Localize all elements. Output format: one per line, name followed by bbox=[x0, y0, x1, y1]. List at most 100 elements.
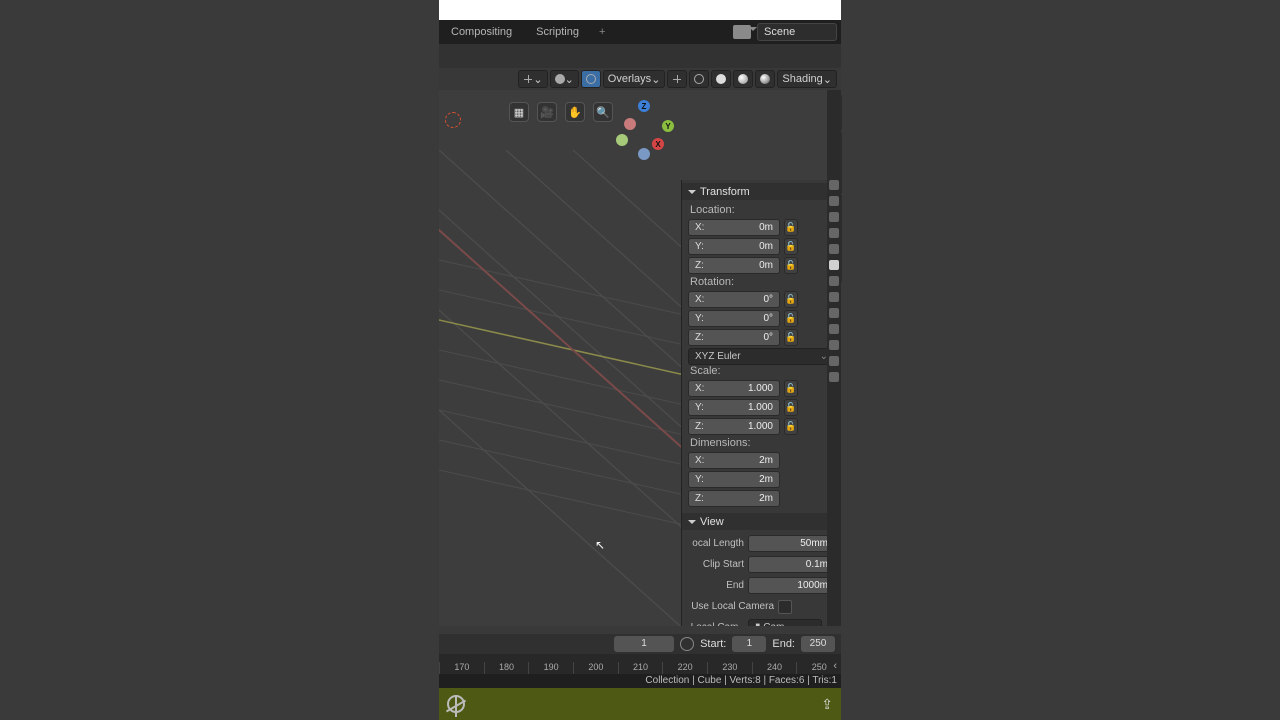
scale-x-lock[interactable]: 🔓 bbox=[784, 380, 798, 397]
prop-tab-modifiers[interactable] bbox=[829, 276, 839, 286]
gizmo-z-axis[interactable]: Z bbox=[638, 100, 650, 112]
gizmo-y-axis[interactable]: Y bbox=[662, 120, 674, 132]
status-bar: Collection | Cube | Verts:8 | Faces:6 | … bbox=[439, 674, 841, 688]
transform-section-header[interactable]: Transform ⠿ bbox=[682, 183, 841, 200]
location-z-lock[interactable]: 🔓 bbox=[784, 257, 798, 274]
viewport-header: ⌄ ⌄ Overlays ⌄ Shading ⌄ bbox=[439, 68, 841, 90]
view-title: View bbox=[700, 516, 724, 528]
dim-x-field[interactable]: X:2m bbox=[688, 452, 780, 469]
shading-wireframe[interactable] bbox=[689, 70, 709, 88]
prop-tab-constraints[interactable] bbox=[829, 324, 839, 334]
prop-tab-output[interactable] bbox=[829, 196, 839, 206]
gizmo-neg-z[interactable] bbox=[638, 148, 650, 160]
prop-tab-physics[interactable] bbox=[829, 308, 839, 318]
scene-browse-button[interactable] bbox=[733, 25, 751, 39]
viewport-camera-button[interactable]: 🎥 bbox=[537, 102, 557, 122]
scale-label: Scale: bbox=[688, 365, 835, 380]
scale-x-field[interactable]: X:1.000 bbox=[688, 380, 780, 397]
overlays-label: Overlays bbox=[608, 73, 651, 85]
location-x-lock[interactable]: 🔓 bbox=[784, 219, 798, 236]
focal-length-label: ocal Length bbox=[688, 538, 744, 549]
viewport-selectability-button[interactable]: ▦ bbox=[509, 102, 529, 122]
secondary-header-strip bbox=[439, 44, 841, 68]
local-camera-dropdown[interactable]: ▮ Cam bbox=[748, 619, 822, 626]
view-section-header[interactable]: View ⠿ bbox=[682, 513, 841, 530]
taskbar-user-icon[interactable]: ⇪ bbox=[821, 696, 833, 713]
gizmo-toggle-button[interactable]: ⌄ bbox=[550, 70, 579, 88]
3d-viewport[interactable]: ▦ 🎥 ✋ 🔍 Z Y X ↖ Transform ⠿ Location: X:… bbox=[439, 90, 841, 626]
autokey-toggle[interactable] bbox=[680, 637, 694, 651]
clip-start-field[interactable]: 0.1m bbox=[748, 556, 835, 573]
properties-tab-rail bbox=[827, 90, 841, 626]
add-workspace-button[interactable]: + bbox=[591, 26, 613, 38]
scale-z-field[interactable]: Z:1.000 bbox=[688, 418, 780, 435]
gizmo-x-axis[interactable]: X bbox=[652, 138, 664, 150]
viewport-pan-button[interactable]: ✋ bbox=[565, 102, 585, 122]
scale-z-lock[interactable]: 🔓 bbox=[784, 418, 798, 435]
editor-type-button[interactable]: ⌄ bbox=[518, 70, 547, 88]
n-panel: Transform ⠿ Location: X:0m🔓 Y:0m🔓 Z:0m🔓 … bbox=[681, 180, 841, 626]
scale-y-field[interactable]: Y:1.000 bbox=[688, 399, 780, 416]
location-x-field[interactable]: X:0m bbox=[688, 219, 780, 236]
obs-icon[interactable] bbox=[447, 695, 465, 713]
tab-compositing[interactable]: Compositing bbox=[439, 26, 524, 38]
prop-tab-material[interactable] bbox=[829, 356, 839, 366]
prop-tab-render[interactable] bbox=[829, 180, 839, 190]
rotation-label: Rotation: bbox=[688, 276, 835, 291]
clip-end-label: End bbox=[688, 580, 744, 591]
rotation-z-field[interactable]: Z:0° bbox=[688, 329, 780, 346]
start-frame-label: Start: bbox=[700, 638, 726, 650]
focal-length-field[interactable]: 50mm bbox=[748, 535, 835, 552]
prop-tab-scene[interactable] bbox=[829, 228, 839, 238]
scale-y-lock[interactable]: 🔓 bbox=[784, 399, 798, 416]
3d-cursor-icon bbox=[445, 112, 461, 128]
gizmo-neg-x[interactable] bbox=[624, 118, 636, 130]
location-y-lock[interactable]: 🔓 bbox=[784, 238, 798, 255]
dim-y-field[interactable]: Y:2m bbox=[688, 471, 780, 488]
shading-material[interactable] bbox=[733, 70, 753, 88]
top-white-strip bbox=[439, 0, 841, 20]
prop-tab-world[interactable] bbox=[829, 244, 839, 254]
rotation-y-lock[interactable]: 🔓 bbox=[784, 310, 798, 327]
location-z-field[interactable]: Z:0m bbox=[688, 257, 780, 274]
timeline-ruler[interactable]: 170180 190200 210220 230240 250 bbox=[439, 654, 841, 674]
clip-end-field[interactable]: 1000m bbox=[748, 577, 835, 594]
rotation-y-field[interactable]: Y:0° bbox=[688, 310, 780, 327]
shading-dropdown[interactable]: Shading ⌄ bbox=[777, 70, 837, 88]
clip-start-label: Clip Start bbox=[688, 559, 744, 570]
use-local-camera-checkbox[interactable] bbox=[778, 600, 792, 614]
mouse-cursor-icon: ↖ bbox=[595, 538, 605, 552]
rotation-x-lock[interactable]: 🔓 bbox=[784, 291, 798, 308]
end-frame-label: End: bbox=[772, 638, 795, 650]
shading-solid[interactable] bbox=[711, 70, 731, 88]
prop-tab-object[interactable] bbox=[829, 260, 839, 270]
dimensions-label: Dimensions: bbox=[688, 437, 835, 452]
scene-name-field[interactable]: Scene bbox=[757, 23, 837, 41]
transform-title: Transform bbox=[700, 186, 750, 198]
end-frame-field[interactable]: 250 bbox=[801, 636, 835, 652]
gizmo-neg-y[interactable] bbox=[616, 134, 628, 146]
location-y-field[interactable]: Y:0m bbox=[688, 238, 780, 255]
rotation-z-lock[interactable]: 🔓 bbox=[784, 329, 798, 346]
start-frame-field[interactable]: 1 bbox=[732, 636, 766, 652]
tab-scripting[interactable]: Scripting bbox=[524, 26, 591, 38]
timeline-scroll-right[interactable]: ‹ bbox=[833, 660, 837, 672]
shading-rendered[interactable] bbox=[755, 70, 775, 88]
overlays-toggle-active[interactable] bbox=[581, 70, 601, 88]
viewport-zoom-button[interactable]: 🔍 bbox=[593, 102, 613, 122]
rotation-x-field[interactable]: X:0° bbox=[688, 291, 780, 308]
rotation-mode-dropdown[interactable]: XYZ Euler bbox=[688, 348, 835, 365]
prop-tab-data[interactable] bbox=[829, 340, 839, 350]
prop-tab-texture[interactable] bbox=[829, 372, 839, 382]
prop-tab-viewlayer[interactable] bbox=[829, 212, 839, 222]
navigation-gizmo[interactable]: Z Y X bbox=[614, 100, 674, 160]
local-camera-label: Local Cam.. bbox=[688, 622, 744, 626]
shading-label: Shading bbox=[782, 73, 822, 85]
current-frame-field[interactable]: 1 bbox=[614, 636, 674, 652]
timeline-header: 1 Start: 1 End: 250 bbox=[439, 634, 841, 654]
dim-z-field[interactable]: Z:2m bbox=[688, 490, 780, 507]
overlays-dropdown[interactable]: Overlays ⌄ bbox=[603, 70, 666, 88]
xray-toggle[interactable] bbox=[667, 70, 687, 88]
workspace-header: Compositing Scripting + Scene bbox=[439, 20, 841, 44]
prop-tab-particles[interactable] bbox=[829, 292, 839, 302]
